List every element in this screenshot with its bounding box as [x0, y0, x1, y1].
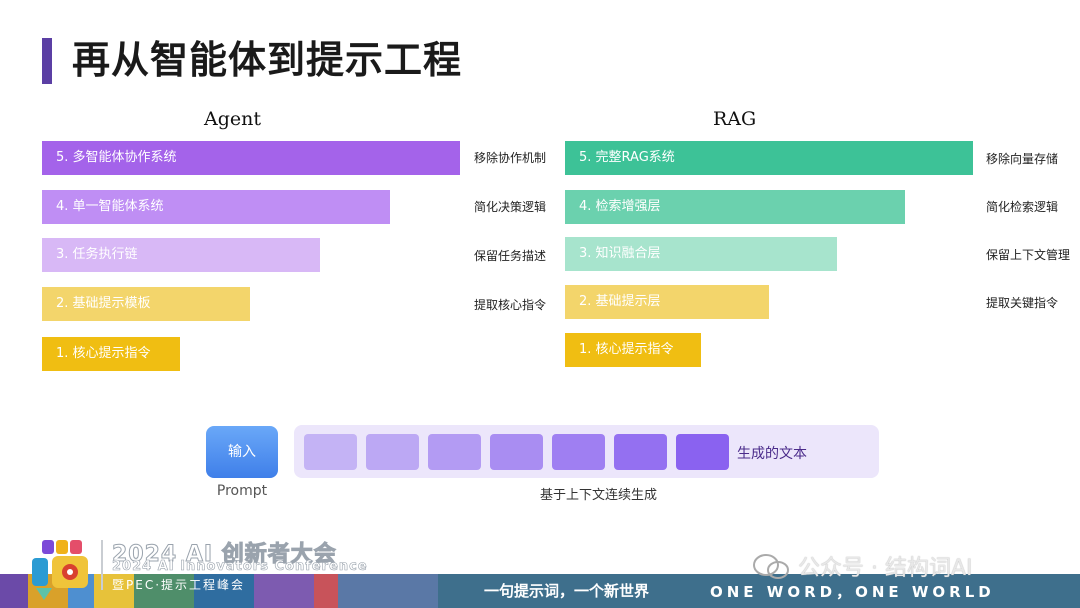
- generated-text-label: 生成的文本: [737, 446, 807, 462]
- rag-bar-2: 2. 基础提示层: [565, 285, 769, 319]
- conference-logo-icon: [32, 540, 88, 600]
- agent-bar-2: 2. 基础提示模板: [42, 287, 250, 321]
- token-block-3: [428, 434, 481, 470]
- agent-bar-4: 4. 单一智能体系统: [42, 190, 390, 224]
- footer-stripe: [0, 574, 28, 608]
- agent-bar-1: 1. 核心提示指令: [42, 337, 180, 371]
- wechat-icon: [753, 554, 789, 579]
- context-generation-label: 基于上下文连续生成: [540, 488, 658, 503]
- rag-bar-3: 3. 知识融合层: [565, 237, 837, 271]
- footer-stripe: [338, 574, 438, 608]
- agent-bar-5: 5. 多智能体协作系统: [42, 141, 460, 175]
- page-title: 再从智能体到提示工程: [72, 38, 463, 82]
- token-block-1: [304, 434, 357, 470]
- footer-stripe: [314, 574, 338, 608]
- token-block-7: [676, 434, 729, 470]
- agent-note-5: 移除协作机制: [474, 151, 547, 165]
- agent-bar-3: 3. 任务执行链: [42, 238, 320, 272]
- agent-note-4: 简化决策逻辑: [474, 200, 547, 214]
- footer-divider: [101, 540, 103, 590]
- rag-bar-1: 1. 核心提示指令: [565, 333, 701, 367]
- token-block-4: [490, 434, 543, 470]
- token-block-6: [614, 434, 667, 470]
- token-block-2: [366, 434, 419, 470]
- rag-note-4: 简化检索逻辑: [986, 200, 1059, 214]
- rag-heading: RAG: [713, 108, 757, 130]
- agent-note-2: 提取核心指令: [474, 298, 547, 312]
- rag-note-2: 提取关键指令: [986, 296, 1059, 310]
- conference-title-en: 2024 AI Innovators Conference: [112, 559, 368, 575]
- title-accent-bar: [42, 38, 52, 84]
- footer-slogan-en: ONE WORD，ONE WORLD: [710, 583, 995, 601]
- prompt-label: Prompt: [216, 483, 268, 499]
- agent-note-3: 保留任务描述: [474, 249, 547, 263]
- conference-subtitle: 暨PEC·提示工程峰会: [112, 578, 246, 592]
- watermark-text: 公众号 · 结构词AI: [798, 556, 973, 581]
- rag-bar-4: 4. 检索增强层: [565, 190, 905, 224]
- agent-heading: Agent: [204, 108, 261, 130]
- footer-stripe: [254, 574, 314, 608]
- prompt-input-block: 输入: [206, 426, 278, 478]
- token-block-5: [552, 434, 605, 470]
- footer-slogan: 一句提示词，一个新世界: [484, 582, 650, 600]
- rag-note-3: 保留上下文管理: [986, 248, 1071, 262]
- rag-note-5: 移除向量存储: [986, 152, 1059, 166]
- rag-bar-5: 5. 完整RAG系统: [565, 141, 973, 175]
